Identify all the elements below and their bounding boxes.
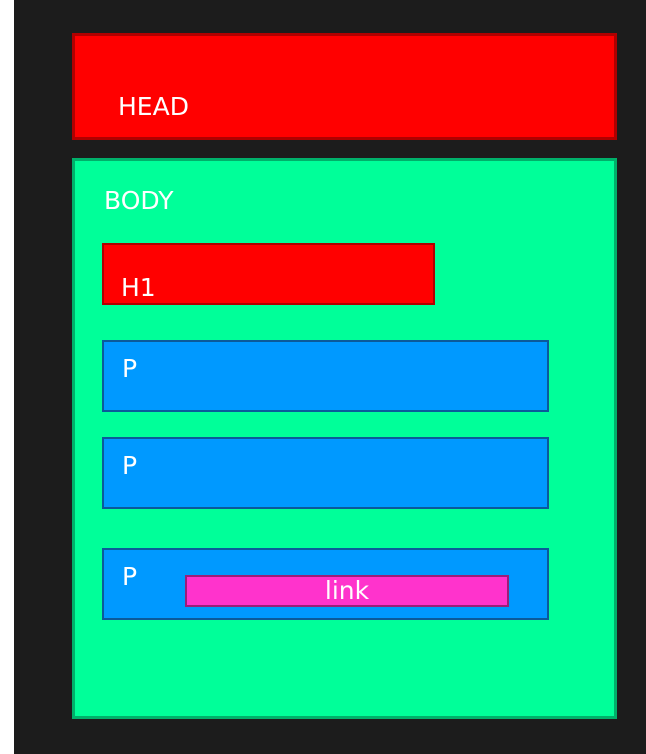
body-label: BODY <box>104 186 174 215</box>
h1-label: H1 <box>121 273 156 302</box>
link-block[interactable]: link <box>185 575 509 607</box>
paragraph-block-2: P <box>102 437 549 509</box>
body-block: BODY H1 P P P link <box>72 158 617 719</box>
head-block: HEAD <box>72 33 617 140</box>
paragraph-block-3: P link <box>102 548 549 620</box>
paragraph-block-1: P <box>102 340 549 412</box>
paragraph-label: P <box>122 451 138 480</box>
dom-diagram-frame: HEAD BODY H1 P P P link <box>14 0 646 754</box>
h1-block: H1 <box>102 243 435 305</box>
paragraph-label: P <box>122 562 138 591</box>
head-label: HEAD <box>118 92 189 121</box>
paragraph-label: P <box>122 354 138 383</box>
